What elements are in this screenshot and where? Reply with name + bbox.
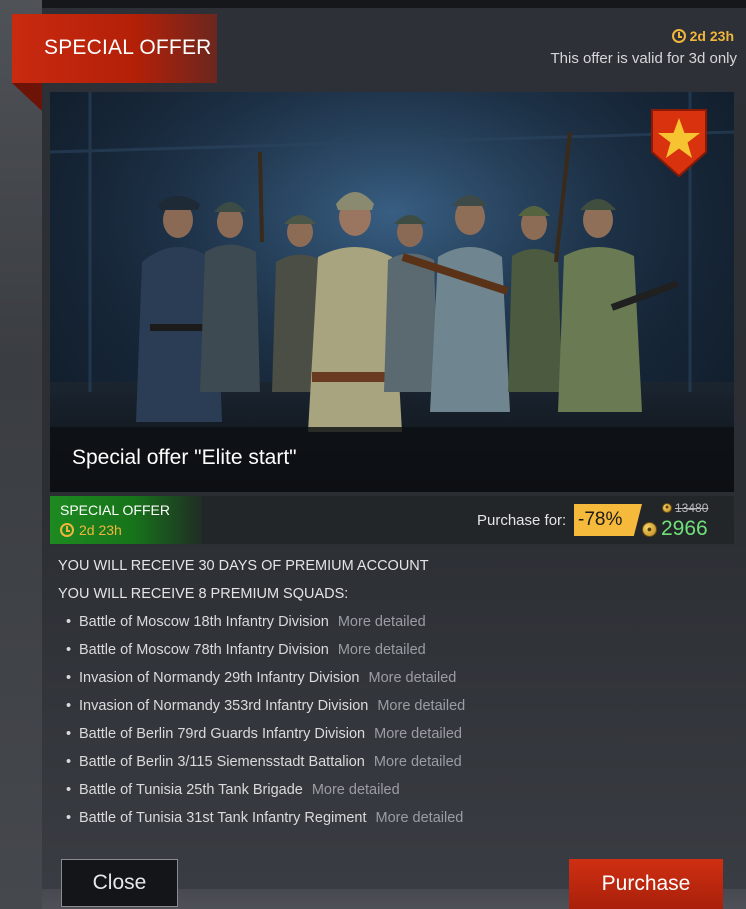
bullet: •	[66, 614, 72, 630]
squad-name: Battle of Berlin 3/115 Siemensstadt Batt…	[79, 754, 365, 770]
elite-star-badge-icon	[650, 108, 708, 178]
premium-squads-list: • Battle of Moscow 18th Infantry Divisio…	[66, 612, 465, 836]
bullet: •	[66, 782, 72, 798]
offer-tag-title: SPECIAL OFFER	[60, 502, 170, 518]
squad-name: Invasion of Normandy 29th Infantry Divis…	[79, 670, 360, 686]
more-detailed-link[interactable]: More detailed	[338, 612, 426, 632]
more-detailed-link[interactable]: More detailed	[338, 640, 426, 660]
page-title: SPECIAL OFFER	[44, 36, 212, 59]
close-button[interactable]: Close	[61, 859, 178, 907]
squad-name: Battle of Moscow 78th Infantry Division	[79, 642, 329, 658]
squad-name: Battle of Tunisia 25th Tank Brigade	[79, 782, 303, 798]
old-price-value: 13480	[675, 501, 709, 515]
more-detailed-link[interactable]: More detailed	[374, 752, 462, 772]
offer-timer-value: 2d 23h	[689, 28, 734, 44]
window-top-bar	[42, 0, 746, 8]
gold-coin-icon: ●	[662, 503, 672, 513]
offer-name: Special offer "Elite start"	[72, 446, 297, 469]
offer-timer: 2d 23h	[671, 26, 734, 46]
price-bar: SPECIAL OFFER 2d 23h Purchase for: -78% …	[50, 496, 734, 544]
squad-name: Battle of Moscow 18th Infantry Division	[79, 614, 329, 630]
list-item: • Invasion of Normandy 353rd Infantry Di…	[66, 696, 465, 724]
bullet: •	[66, 754, 72, 770]
list-item: • Battle of Moscow 78th Infantry Divisio…	[66, 640, 465, 668]
list-item: • Battle of Tunisia 25th Tank Brigade Mo…	[66, 780, 465, 808]
more-detailed-link[interactable]: More detailed	[375, 808, 463, 828]
purchase-button[interactable]: Purchase	[569, 859, 723, 909]
list-item: • Battle of Moscow 18th Infantry Divisio…	[66, 612, 465, 640]
list-item: • Battle of Berlin 79rd Guards Infantry …	[66, 724, 465, 752]
bullet: •	[66, 670, 72, 686]
offer-screen: SPECIAL OFFER 2d 23h This offer is valid…	[0, 0, 746, 909]
offer-hero-image	[50, 92, 734, 492]
premium-squads-heading: YOU WILL RECEIVE 8 PREMIUM SQUADS:	[58, 586, 349, 602]
squad-name: Invasion of Normandy 353rd Infantry Divi…	[79, 698, 369, 714]
premium-account-reward: YOU WILL RECEIVE 30 DAYS OF PREMIUM ACCO…	[58, 558, 429, 574]
offer-tag-timer: 2d 23h	[60, 522, 122, 538]
offer-validity-text: This offer is valid for 3d only	[550, 50, 737, 67]
bullet: •	[66, 726, 72, 742]
new-price-value: 2966	[661, 517, 708, 540]
clock-icon	[60, 523, 74, 537]
gold-coin-icon: ●	[642, 521, 657, 537]
discount-badge: -78%	[574, 504, 642, 536]
more-detailed-link[interactable]: More detailed	[312, 780, 400, 800]
more-detailed-link[interactable]: More detailed	[377, 696, 465, 716]
squad-name: Battle of Berlin 79rd Guards Infantry Di…	[79, 726, 366, 742]
ribbon-fold	[12, 83, 42, 111]
bullet: •	[66, 698, 72, 714]
bullet: •	[66, 810, 72, 826]
special-offer-tag: SPECIAL OFFER 2d 23h	[50, 496, 202, 544]
more-detailed-link[interactable]: More detailed	[368, 668, 456, 688]
new-price: ● 2966	[642, 517, 708, 541]
offer-tag-timer-value: 2d 23h	[79, 522, 122, 538]
squad-name: Battle of Tunisia 31st Tank Infantry Reg…	[79, 810, 367, 826]
clock-icon	[671, 29, 686, 43]
more-detailed-link[interactable]: More detailed	[374, 724, 462, 744]
list-item: • Invasion of Normandy 29th Infantry Div…	[66, 668, 465, 696]
old-price: ● 13480	[662, 501, 708, 515]
bullet: •	[66, 642, 72, 658]
background-left-strip	[0, 0, 42, 909]
list-item: • Battle of Berlin 3/115 Siemensstadt Ba…	[66, 752, 465, 780]
list-item: • Battle of Tunisia 31st Tank Infantry R…	[66, 808, 465, 836]
purchase-for-label: Purchase for:	[477, 512, 567, 529]
